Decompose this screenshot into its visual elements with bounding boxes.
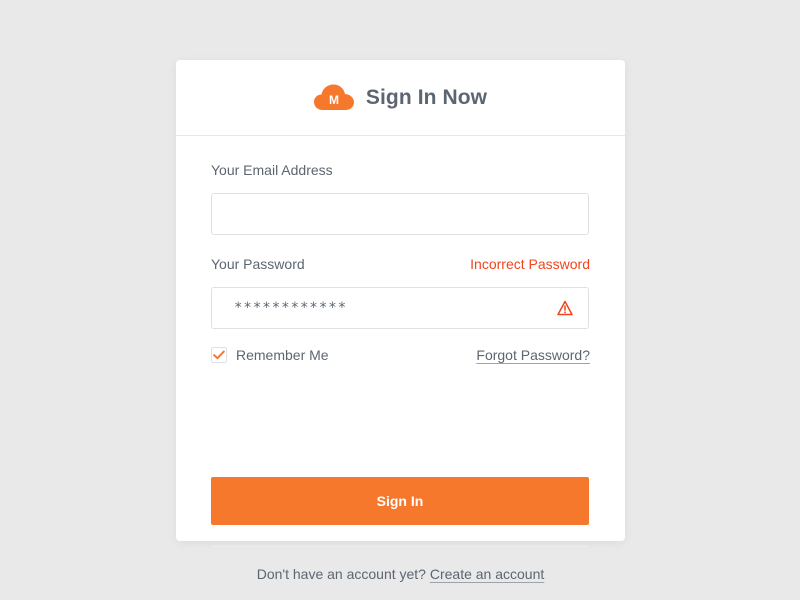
card-header: M Sign In Now [176, 60, 625, 136]
divider [211, 546, 589, 547]
create-account-link[interactable]: Create an account [430, 566, 544, 582]
checkmark-icon [213, 350, 225, 360]
password-field[interactable]: ************ [211, 287, 589, 329]
email-field[interactable] [211, 193, 589, 235]
password-label: Your Password [211, 256, 305, 272]
remember-me-checkbox[interactable]: Remember Me [211, 347, 329, 363]
logo-letter: M [329, 93, 339, 107]
password-masked-value: ************ [234, 300, 348, 316]
sign-in-card: M Sign In Now Your Email Address Your Pa… [176, 60, 625, 582]
password-error-message: Incorrect Password [470, 256, 590, 272]
warning-triangle-icon [557, 300, 573, 316]
footer-prompt: Don't have an account yet? [256, 566, 430, 582]
checkbox-box[interactable] [211, 347, 227, 363]
page-title: Sign In Now [365, 85, 488, 109]
footer: Don't have an account yet? Create an acc… [176, 566, 625, 582]
forgot-password-link[interactable]: Forgot Password? [476, 347, 590, 363]
email-label: Your Email Address [211, 162, 333, 178]
email-input[interactable] [212, 194, 564, 234]
sign-in-button[interactable]: Sign In [211, 477, 589, 525]
cloud-logo-icon: M [313, 84, 354, 110]
remember-me-label: Remember Me [236, 347, 329, 363]
